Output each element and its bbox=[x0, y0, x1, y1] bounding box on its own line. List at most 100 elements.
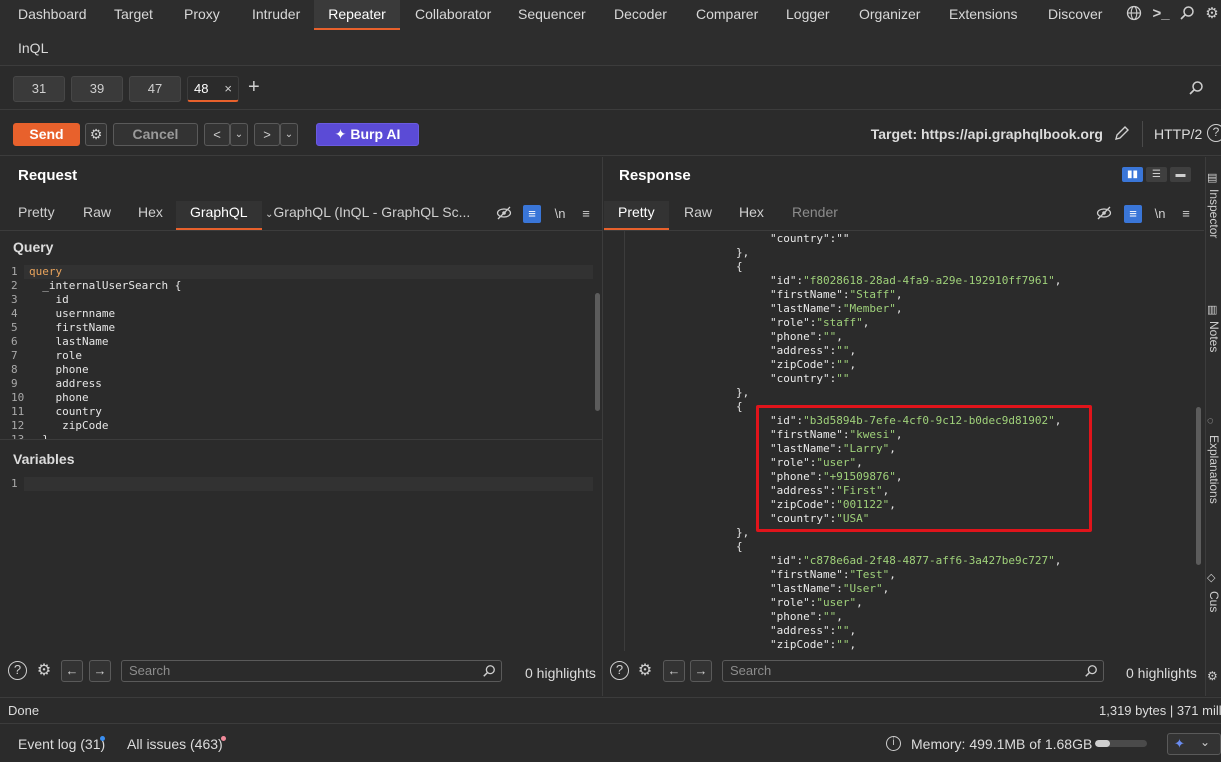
nav-tab-decoder[interactable]: Decoder bbox=[610, 0, 671, 30]
globe-icon[interactable] bbox=[1125, 5, 1143, 23]
word-wrap-icon[interactable]: ≡ bbox=[523, 205, 541, 223]
add-tab-button[interactable]: + bbox=[248, 76, 260, 99]
search-tabs-icon[interactable] bbox=[1188, 80, 1204, 99]
toolbar-divider bbox=[1142, 121, 1143, 147]
sidebar-tab-inspector[interactable]: Inspector bbox=[1207, 189, 1221, 238]
json-value: "staff" bbox=[816, 316, 863, 329]
query-line: lastName bbox=[29, 335, 109, 348]
settings-gear-icon[interactable]: ⚙ bbox=[34, 661, 54, 681]
sidebar-tab-custom-actions[interactable]: Cus bbox=[1207, 591, 1221, 612]
previous-match-arrow-icon[interactable]: ← bbox=[61, 660, 83, 682]
request-tab-raw[interactable]: Raw bbox=[81, 201, 113, 231]
hide-eye-icon[interactable] bbox=[495, 205, 513, 223]
forward-button[interactable]: > bbox=[254, 123, 280, 146]
nav-tab-comparer[interactable]: Comparer bbox=[692, 0, 762, 30]
help-icon[interactable]: ? bbox=[610, 661, 629, 680]
layout-split-horizontal-icon[interactable]: ☰ bbox=[1146, 167, 1167, 182]
json-key: "address" bbox=[770, 344, 830, 357]
send-settings-gear-icon[interactable]: ⚙ bbox=[85, 123, 107, 146]
menu-icon[interactable]: ≡ bbox=[577, 205, 595, 223]
forward-history-dropdown[interactable]: ⌄ bbox=[280, 123, 298, 146]
query-scrollbar-thumb[interactable] bbox=[595, 293, 600, 411]
cancel-button[interactable]: Cancel bbox=[113, 123, 198, 146]
repeater-tab-47[interactable]: 47 bbox=[129, 76, 181, 102]
nav-tab-logger[interactable]: Logger bbox=[782, 0, 834, 30]
ai-assistant-dropdown[interactable]: ✦ ⌄ bbox=[1167, 733, 1221, 755]
hide-eye-icon[interactable] bbox=[1095, 205, 1113, 223]
menu-icon[interactable]: ≡ bbox=[1177, 205, 1195, 223]
settings-icon[interactable]: ⚙ bbox=[1203, 5, 1221, 23]
close-tab-icon[interactable]: × bbox=[224, 77, 232, 101]
layout-split-vertical-icon[interactable]: ▮▮ bbox=[1122, 167, 1143, 182]
response-title: Response bbox=[619, 167, 691, 184]
response-line: "address":"", bbox=[770, 344, 856, 358]
response-scrollbar-thumb[interactable] bbox=[1196, 407, 1201, 565]
nav-tab-organizer[interactable]: Organizer bbox=[855, 0, 924, 30]
nav-tab-sequencer[interactable]: Sequencer bbox=[514, 0, 590, 30]
sidebar-tab-notes[interactable]: Notes bbox=[1207, 321, 1221, 352]
search-icon[interactable] bbox=[1178, 5, 1196, 23]
newline-toggle[interactable]: \n bbox=[551, 205, 569, 223]
response-tab-raw[interactable]: Raw bbox=[682, 201, 714, 231]
send-button[interactable]: Send bbox=[13, 123, 80, 146]
http-version-label[interactable]: HTTP/2 bbox=[1154, 126, 1202, 142]
nav-tab-dashboard[interactable]: Dashboard bbox=[14, 0, 91, 30]
newline-toggle[interactable]: \n bbox=[1151, 205, 1169, 223]
previous-match-arrow-icon[interactable]: ← bbox=[663, 660, 685, 682]
layout-single-icon[interactable]: ▬ bbox=[1170, 167, 1191, 182]
nav-tab-proxy[interactable]: Proxy bbox=[180, 0, 224, 30]
next-match-arrow-icon[interactable]: → bbox=[690, 660, 712, 682]
nav-tab-inql[interactable]: InQL bbox=[14, 34, 52, 64]
query-scrollbar-track[interactable] bbox=[594, 263, 601, 439]
target-url: Target: https://api.graphqlbook.org bbox=[870, 126, 1103, 142]
json-colon: : bbox=[836, 582, 843, 595]
response-line: "country":"" bbox=[770, 372, 849, 386]
request-search-input[interactable]: Search bbox=[121, 660, 502, 682]
json-key: "address" bbox=[770, 624, 830, 637]
gutter-line bbox=[624, 231, 625, 651]
response-tab-pretty[interactable]: Pretty bbox=[604, 201, 669, 231]
right-sidebar: ▤ Inspector ▥ Notes ◌ Explanations ◇ Cus… bbox=[1205, 157, 1221, 696]
sidebar-settings-gear-icon[interactable]: ⚙ bbox=[1207, 669, 1218, 683]
sidebar-tab-explanations[interactable]: Explanations bbox=[1207, 435, 1221, 504]
nav-tab-target[interactable]: Target bbox=[110, 0, 157, 30]
request-tab-hex[interactable]: Hex bbox=[136, 201, 165, 231]
repeater-tab-31[interactable]: 31 bbox=[13, 76, 65, 102]
query-variables-divider[interactable] bbox=[0, 439, 603, 440]
nav-tab-repeater[interactable]: Repeater bbox=[314, 0, 400, 30]
word-wrap-icon[interactable]: ≡ bbox=[1124, 205, 1142, 223]
query-line: firstName bbox=[29, 321, 116, 334]
notes-icon: ▥ bbox=[1207, 304, 1218, 316]
terminal-icon[interactable]: >_ bbox=[1152, 5, 1170, 23]
nav-tab-discover[interactable]: Discover bbox=[1044, 0, 1106, 30]
help-icon[interactable]: ? bbox=[8, 661, 27, 680]
repeater-tab-label: 48 bbox=[194, 81, 209, 96]
response-tab-hex[interactable]: Hex bbox=[737, 201, 766, 231]
request-tab-inql[interactable]: ⌄GraphQL (InQL - GraphQL Sc... bbox=[263, 201, 472, 231]
json-key: "lastName" bbox=[770, 582, 837, 595]
response-line: }, bbox=[736, 526, 750, 539]
repeater-toolbar: Send ⚙ Cancel < ⌄ > ⌄ ✦ Burp AI Target: h… bbox=[0, 111, 1221, 156]
edit-target-pencil-icon[interactable] bbox=[1113, 124, 1131, 145]
settings-gear-icon[interactable]: ⚙ bbox=[635, 661, 655, 681]
back-history-dropdown[interactable]: ⌄ bbox=[230, 123, 248, 146]
nav-tab-collaborator[interactable]: Collaborator bbox=[411, 0, 495, 30]
variables-editor[interactable]: 1 bbox=[0, 475, 603, 651]
response-scrollbar-track[interactable] bbox=[1194, 231, 1202, 651]
back-button[interactable]: < bbox=[204, 123, 230, 146]
response-tab-render[interactable]: Render bbox=[790, 201, 840, 231]
next-match-arrow-icon[interactable]: → bbox=[89, 660, 111, 682]
help-icon[interactable]: ? bbox=[1207, 124, 1221, 142]
json-value: "Member" bbox=[842, 302, 896, 315]
nav-tab-extensions[interactable]: Extensions bbox=[945, 0, 1021, 30]
request-tab-pretty[interactable]: Pretty bbox=[16, 201, 57, 231]
response-search-input[interactable]: Search bbox=[722, 660, 1104, 682]
all-issues-link[interactable]: All issues (463) bbox=[127, 736, 223, 752]
query-editor[interactable]: 1 query 2 _internalUserSearch {3 id 4 usern… bbox=[0, 263, 603, 439]
event-log-link[interactable]: Event log (31) bbox=[18, 736, 105, 752]
repeater-tab-39[interactable]: 39 bbox=[71, 76, 123, 102]
repeater-tab-48[interactable]: 48 × bbox=[187, 76, 239, 102]
request-tab-graphql[interactable]: GraphQL bbox=[176, 201, 262, 231]
nav-tab-intruder[interactable]: Intruder bbox=[248, 0, 304, 30]
burp-ai-button[interactable]: ✦ Burp AI bbox=[316, 123, 419, 146]
